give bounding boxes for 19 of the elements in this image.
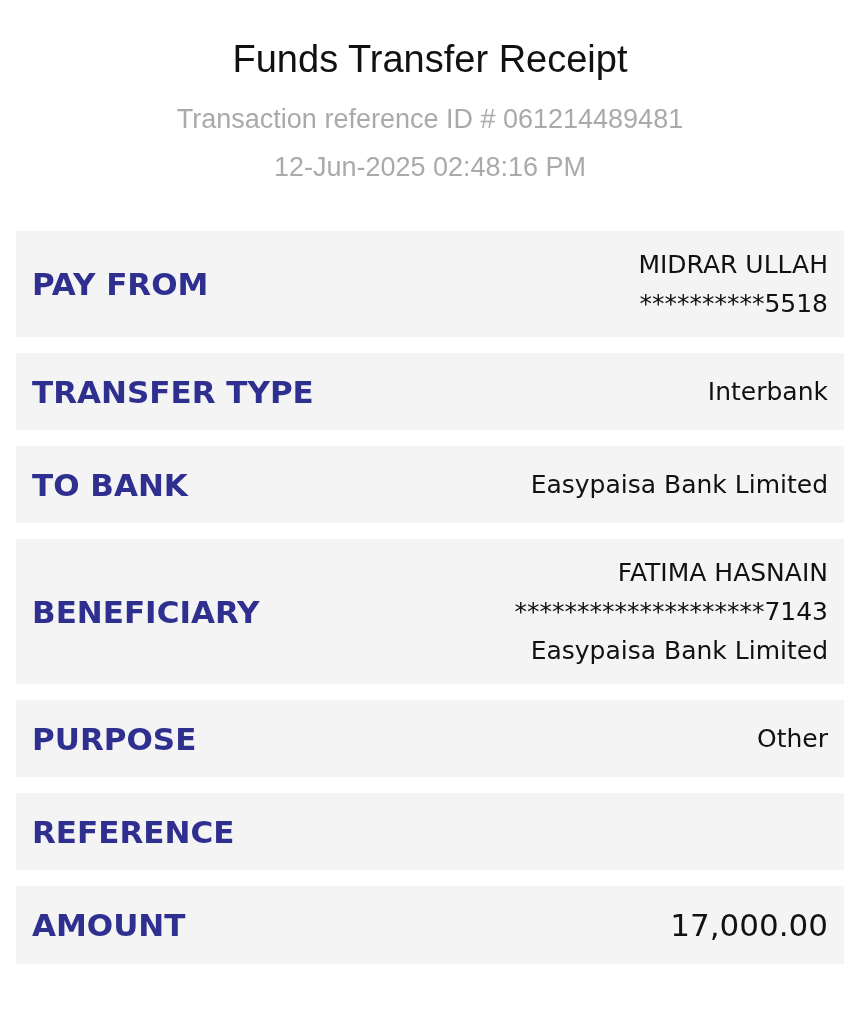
transaction-timestamp: 12-Jun-2025 02:48:16 PM (272, 151, 588, 184)
transaction-reference: Transaction reference ID # 061214489481 (175, 103, 685, 136)
row-value: **********5518 (639, 288, 828, 320)
row-value: 17,000.00 (670, 905, 828, 945)
row-label: TO BANK (32, 466, 188, 503)
row-value: MIDRAR ULLAH (638, 249, 828, 281)
row-label: AMOUNT (32, 907, 186, 943)
row-label: BENEFICIARY (32, 593, 260, 630)
row-value: Easypaisa Bank Limited (530, 635, 828, 667)
row-value: Easypaisa Bank Limited (530, 469, 828, 501)
row-label: PURPOSE (32, 720, 197, 757)
row-value: FATIMA HASNAIN (617, 557, 828, 589)
row-value: Other (757, 723, 828, 755)
row-label: TRANSFER TYPE (32, 373, 314, 410)
row-label: REFERENCE (32, 813, 235, 850)
row-value: Interbank (707, 376, 828, 408)
row-label: PAY FROM (32, 266, 209, 302)
row-value: ********************7143 (514, 596, 828, 628)
receipt-title: Funds Transfer Receipt (231, 38, 629, 81)
